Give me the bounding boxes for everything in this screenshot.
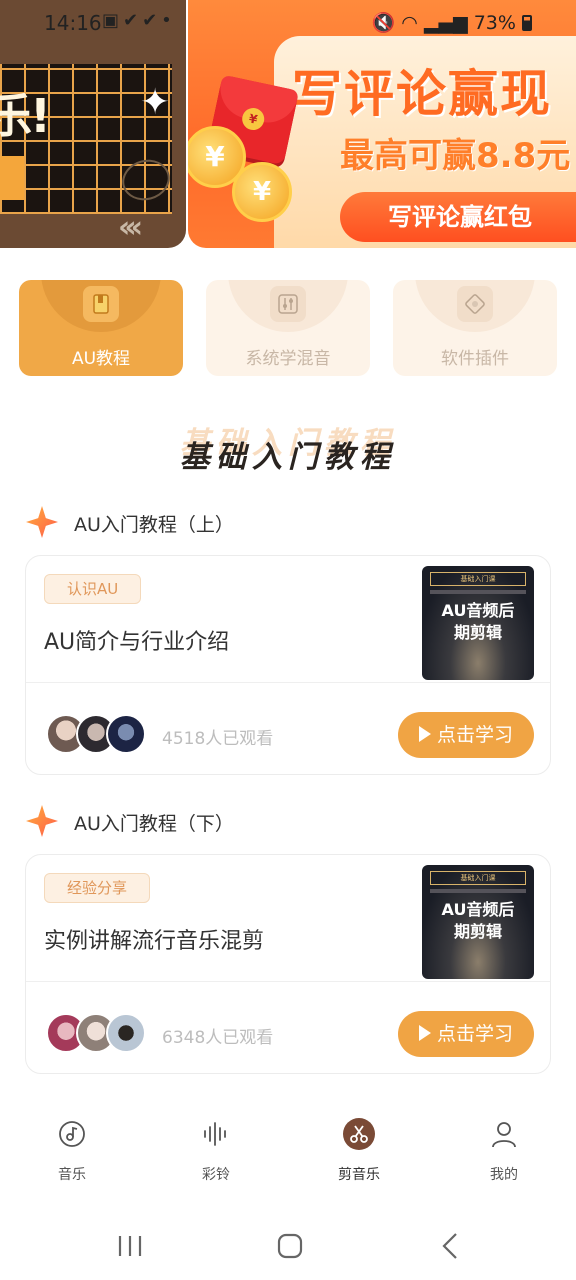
study-button[interactable]: 点击学习 bbox=[398, 1011, 534, 1057]
lesson-thumbnail[interactable]: 基础入门课 AU音频后 期剪辑 bbox=[422, 566, 534, 680]
waveform-icon bbox=[202, 1120, 230, 1148]
mute-icon: 🔇 bbox=[371, 12, 396, 34]
viewer-avatars bbox=[46, 1013, 156, 1053]
banner-orange-block bbox=[0, 156, 24, 200]
coin-icon: ¥ bbox=[232, 162, 292, 222]
banner-cta-button[interactable]: 写评论赢红包 bbox=[340, 192, 576, 242]
nav-label: 我的 bbox=[490, 1167, 518, 1183]
study-button-label: 点击学习 bbox=[436, 724, 513, 746]
lesson-card[interactable]: 经验分享 实例讲解流行音乐混剪 基础入门课 AU音频后 期剪辑 6348人已观看… bbox=[25, 854, 551, 1074]
nav-item-music[interactable]: 音乐 bbox=[27, 1120, 117, 1184]
study-button-label: 点击学习 bbox=[436, 1023, 513, 1045]
viewer-avatars bbox=[46, 714, 156, 754]
nav-label: 剪音乐 bbox=[338, 1167, 380, 1183]
lesson-tag: 经验分享 bbox=[44, 873, 151, 903]
thumb-line1: AU音频后 bbox=[441, 900, 515, 919]
nav-label: 彩铃 bbox=[202, 1167, 230, 1183]
battery-icon bbox=[522, 15, 532, 31]
tab-label: 系统学混音 bbox=[245, 349, 331, 369]
thumb-line1: AU音频后 bbox=[441, 601, 515, 620]
sliders-icon bbox=[270, 286, 306, 322]
tab-au-tutorial[interactable]: AU教程 bbox=[19, 280, 183, 376]
lesson-title[interactable]: AU简介与行业介绍 bbox=[44, 624, 229, 656]
view-count: 4518人已观看 bbox=[162, 729, 274, 749]
wifi-icon: ◠ bbox=[401, 12, 418, 34]
status-bar: 14:16 ▣✔✔• 🔇 ◠ ▂▄▆ 73% bbox=[0, 0, 576, 46]
avatar bbox=[106, 1013, 146, 1053]
music-disc-icon bbox=[58, 1120, 86, 1148]
group-title: AU入门教程（上） bbox=[74, 514, 234, 536]
battery-percent: 73% bbox=[473, 12, 516, 34]
chevrons-left-icon: ‹‹‹ bbox=[118, 210, 143, 245]
lesson-title[interactable]: 实例讲解流行音乐混剪 bbox=[44, 923, 264, 955]
tab-label: 软件插件 bbox=[441, 349, 509, 369]
divider bbox=[26, 981, 550, 982]
nav-item-ringtone[interactable]: 彩铃 bbox=[171, 1120, 261, 1184]
lesson-tag: 认识AU bbox=[44, 574, 142, 604]
recent-apps-icon[interactable] bbox=[110, 1230, 150, 1262]
home-icon[interactable] bbox=[270, 1230, 310, 1262]
thumb-header: 基础入门课 bbox=[430, 871, 526, 885]
lesson-thumbnail[interactable]: 基础入门课 AU音频后 期剪辑 bbox=[422, 865, 534, 979]
nav-item-edit-music[interactable]: 剪音乐 bbox=[314, 1117, 404, 1184]
system-nav-bar bbox=[0, 1212, 576, 1280]
thumb-line2: 期剪辑 bbox=[453, 922, 502, 941]
view-count: 6348人已观看 bbox=[162, 1028, 274, 1048]
status-right: 🔇 ◠ ▂▄▆ 73% bbox=[371, 11, 532, 34]
scissors-icon bbox=[342, 1117, 376, 1151]
star-icon bbox=[26, 506, 58, 538]
sparkle-icon: ✦ bbox=[140, 82, 171, 123]
signal-icon: ▂▄▆ bbox=[423, 12, 468, 34]
section-header: 基础入门教程 基础入门教程 bbox=[0, 416, 576, 480]
avatar bbox=[106, 714, 146, 754]
back-icon[interactable] bbox=[430, 1230, 470, 1262]
status-time: 14:16 bbox=[44, 11, 102, 35]
play-icon bbox=[418, 726, 431, 742]
thumb-header: 基础入门课 bbox=[430, 572, 526, 586]
star-icon bbox=[26, 805, 58, 837]
thumb-line2: 期剪辑 bbox=[453, 623, 502, 642]
lesson-card[interactable]: 认识AU AU简介与行业介绍 基础入门课 AU音频后 期剪辑 4518人已观看 … bbox=[25, 555, 551, 775]
nav-item-profile[interactable]: 我的 bbox=[459, 1120, 549, 1184]
banner-subline: 最高可赢8.8元 bbox=[340, 136, 571, 176]
tab-label: AU教程 bbox=[71, 349, 131, 369]
study-button[interactable]: 点击学习 bbox=[398, 712, 534, 758]
tab-mixing-course[interactable]: 系统学混音 bbox=[206, 280, 370, 376]
section-title: 基础入门教程 bbox=[180, 440, 396, 475]
play-icon bbox=[418, 1025, 431, 1041]
notification-icons: ▣✔✔• bbox=[102, 10, 176, 31]
plugin-icon bbox=[457, 286, 493, 322]
tab-software-plugins[interactable]: 软件插件 bbox=[393, 280, 557, 376]
bottom-nav: 音乐 彩铃 剪音乐 我的 bbox=[0, 1108, 576, 1204]
banner-headline: 写评论赢现 bbox=[292, 65, 552, 123]
nav-label: 音乐 bbox=[58, 1167, 86, 1183]
person-icon bbox=[490, 1120, 518, 1148]
book-icon bbox=[83, 286, 119, 322]
divider bbox=[26, 682, 550, 683]
group-title: AU入门教程（下） bbox=[74, 813, 234, 835]
banner-left-text: 乐! bbox=[0, 89, 51, 143]
